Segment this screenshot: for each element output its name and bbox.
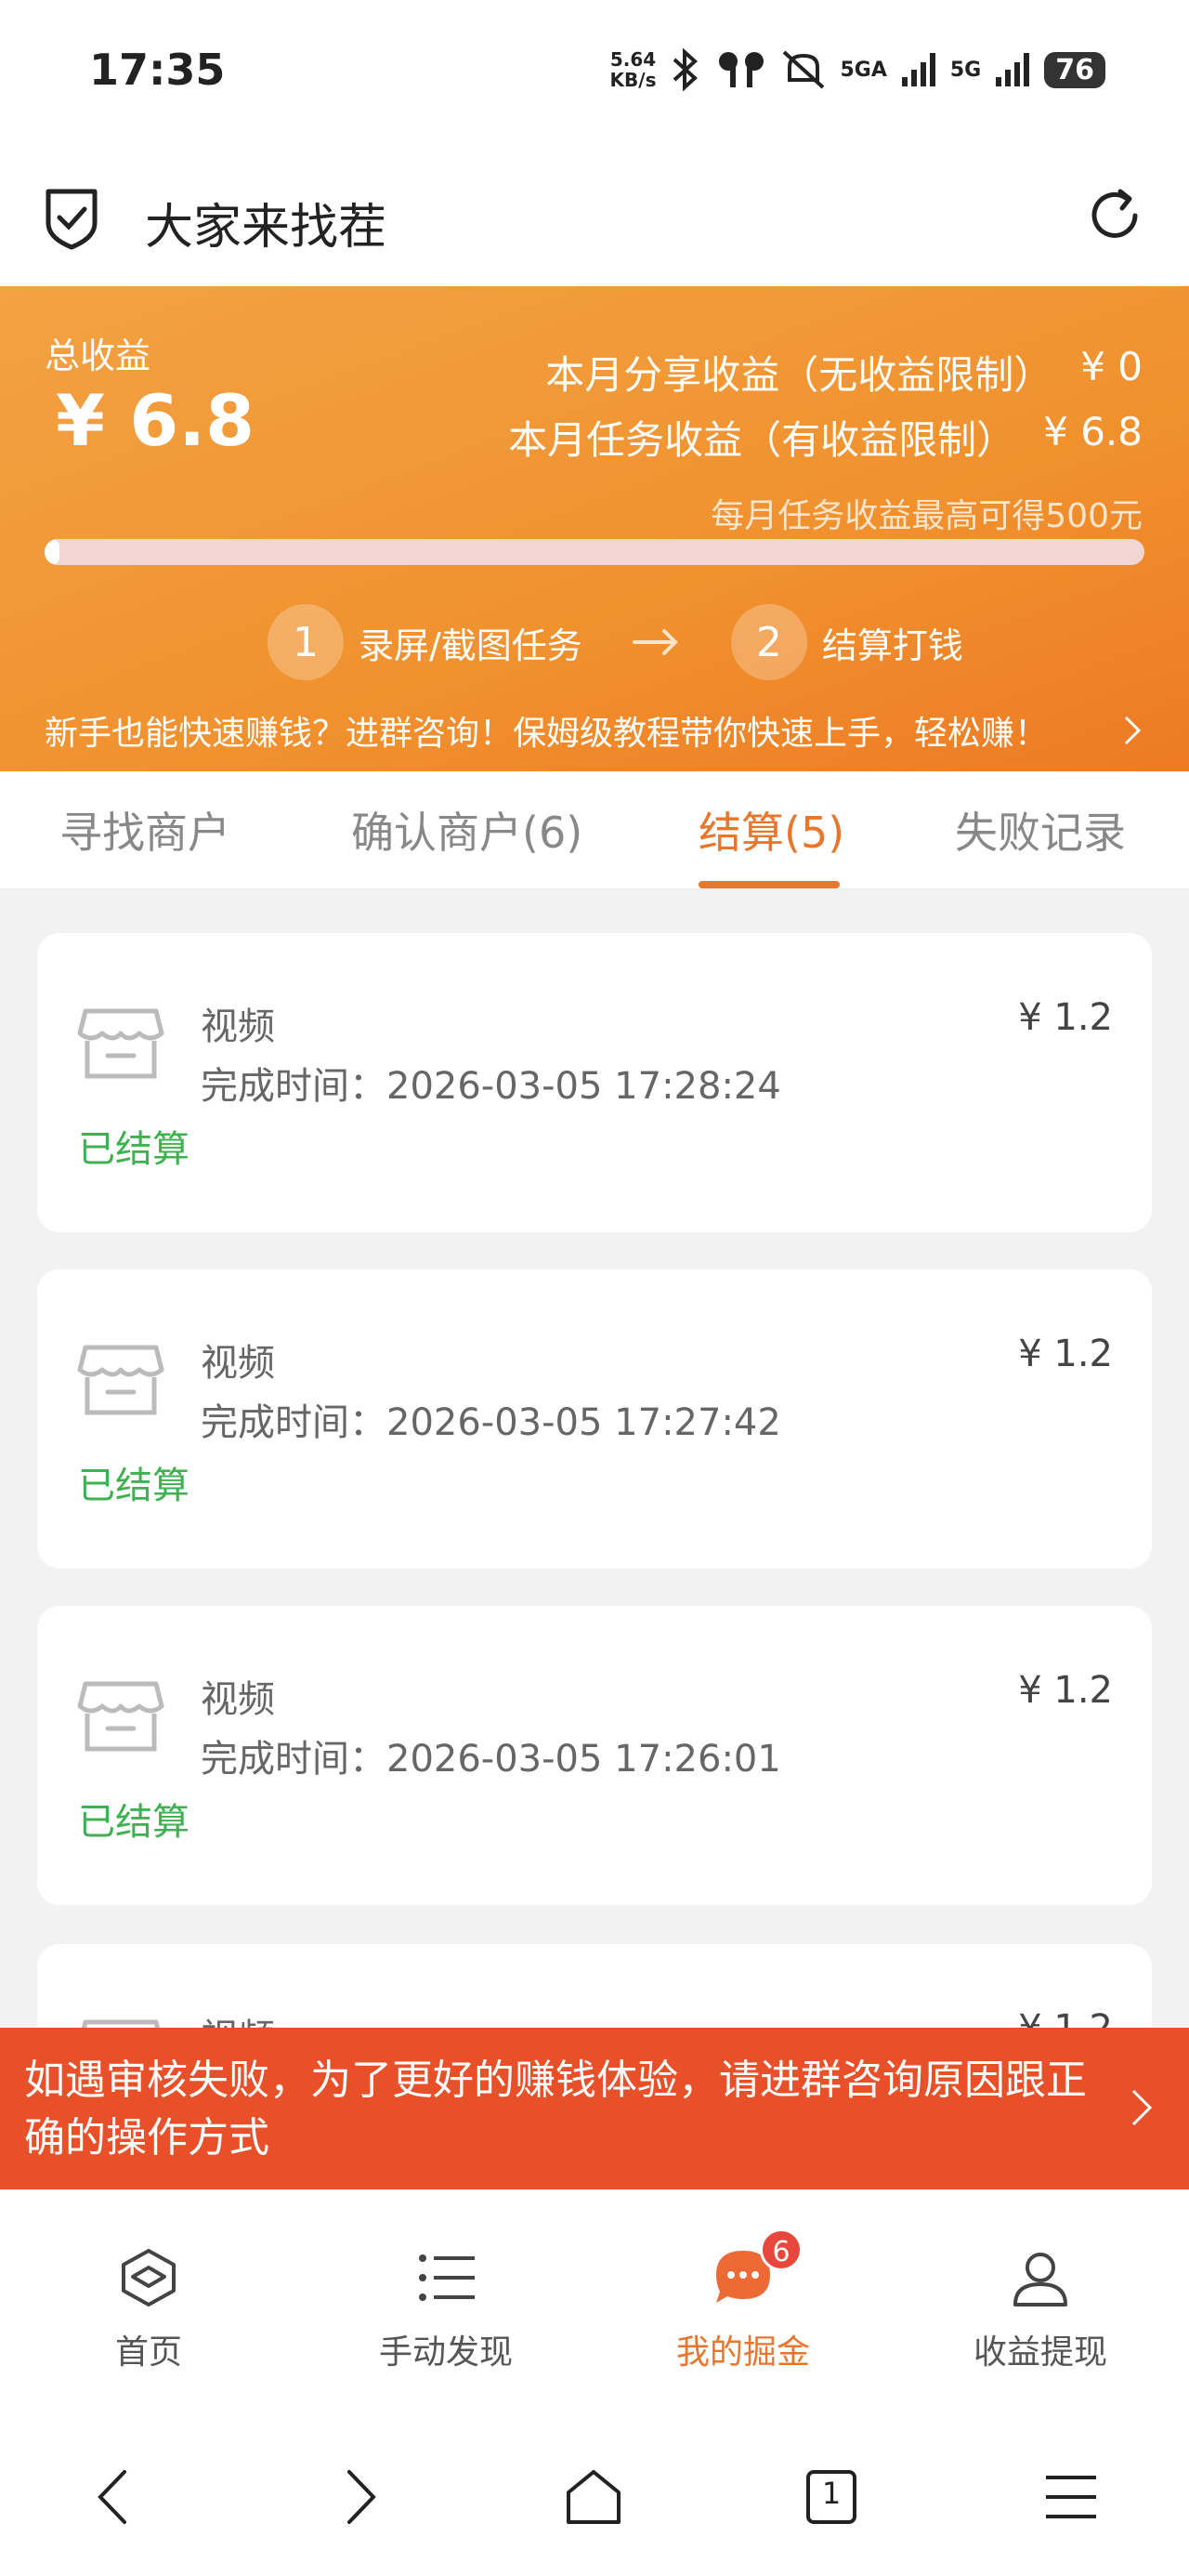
battery-icon: 76 <box>1044 51 1105 88</box>
record-time: 完成时间：2026-03-05 17:28:24 <box>201 1065 781 1108</box>
tab-failure-records[interactable]: 失败记录 <box>955 799 1126 861</box>
share-earnings-row: 本月分享收益（无收益限制） ¥ 0 <box>545 344 1143 401</box>
list-icon <box>419 2254 475 2301</box>
step-2-number: 2 <box>730 604 807 680</box>
page-title: 大家来找茬 <box>145 200 387 256</box>
record-status: 已结算 <box>78 1128 189 1171</box>
chevron-right-icon <box>1131 2089 1153 2126</box>
steps-row: 1 录屏/截图任务 2 结算打钱 <box>268 604 963 680</box>
step-2-label: 结算打钱 <box>821 624 963 666</box>
record-title: 视频 <box>201 1342 275 1385</box>
share-earnings-label: 本月分享收益（无收益限制） <box>545 352 1053 398</box>
network-type-1: 5GA <box>840 58 887 82</box>
earnings-progress-bar <box>45 539 1144 565</box>
earbuds-icon <box>719 52 764 87</box>
back-icon[interactable] <box>84 2464 149 2530</box>
share-earnings-value: ¥ 0 <box>1080 344 1143 389</box>
record-time: 完成时间：2026-03-05 17:26:01 <box>201 1738 781 1781</box>
notification-badge: 6 <box>760 2228 803 2271</box>
status-icons: 5.64 KB/s 5GA 5G 76 <box>610 48 1105 91</box>
limit-note: 每月任务收益最高可得500元 <box>711 497 1143 535</box>
user-icon <box>1013 2253 1067 2307</box>
nav-withdraw[interactable]: 收益提现 <box>947 2245 1133 2373</box>
chevron-right-icon <box>1124 716 1142 745</box>
task-earnings-value: ¥ 6.8 <box>1043 409 1143 454</box>
store-icon <box>77 1681 164 1752</box>
record-amount: ¥ 1.2 <box>1018 996 1113 1039</box>
notice-text: 如遇审核失败，为了更好的赚钱体验，请进群咨询原因跟正确的操作方式 <box>24 2057 1087 2162</box>
step-1-number: 1 <box>268 604 344 680</box>
promo-text: 新手也能快速赚钱？进群咨询！保姆级教程带你快速上手，轻松赚！ <box>45 715 1049 753</box>
record-status: 已结算 <box>78 1801 189 1844</box>
status-bar: 17:35 5.64 KB/s 5GA 5G 76 <box>0 0 1189 149</box>
menu-icon[interactable] <box>1039 2464 1104 2530</box>
record-time: 完成时间：2026-03-05 17:27:42 <box>201 1401 781 1444</box>
tab-find-merchants[interactable]: 寻找商户 <box>59 799 230 861</box>
tab-indicator <box>699 881 840 888</box>
app-header: 大家来找茬 <box>0 149 1189 286</box>
store-icon <box>77 1008 164 1079</box>
refresh-icon[interactable] <box>1085 186 1144 245</box>
nav-manual-discover[interactable]: 手动发现 <box>353 2245 539 2373</box>
bottom-nav: 首页 手动发现 6 我的掘金 收益提现 <box>0 2189 1189 2409</box>
nav-withdraw-label: 收益提现 <box>973 2333 1107 2372</box>
total-earnings-value: ¥ 6.8 <box>56 379 255 462</box>
nav-home[interactable]: 首页 <box>56 2245 242 2373</box>
tab-bar: 寻找商户 确认商户(6) 结算(5) 失败记录 <box>0 771 1189 890</box>
nav-my-mining[interactable]: 6 我的掘金 <box>650 2228 836 2373</box>
cube-icon <box>122 2249 176 2307</box>
network-speed: 5.64 KB/s <box>609 48 657 91</box>
earnings-panel: 总收益 ¥ 6.8 本月分享收益（无收益限制） ¥ 0 本月任务收益（有收益限制… <box>0 286 1189 771</box>
tab-confirm-merchants[interactable]: 确认商户(6) <box>351 799 582 861</box>
tab-settlement[interactable]: 结算(5) <box>699 799 844 861</box>
signal-icon <box>901 53 935 86</box>
nav-manual-discover-label: 手动发现 <box>378 2333 513 2372</box>
task-earnings-row: 本月任务收益（有收益限制） ¥ 6.8 <box>508 409 1143 466</box>
arrow-right-icon <box>632 629 678 655</box>
record-status: 已结算 <box>78 1465 189 1507</box>
earnings-progress-fill <box>45 539 60 565</box>
shield-check-icon[interactable] <box>41 184 102 251</box>
system-nav-bar: 1 <box>0 2409 1189 2576</box>
record-card[interactable]: 视频 完成时间：2026-03-05 17:27:42 ¥ 1.2 已结算 <box>37 1269 1152 1569</box>
nav-my-mining-label: 我的掘金 <box>675 2333 810 2372</box>
forward-icon[interactable] <box>325 2464 390 2530</box>
tab-count: 1 <box>821 2476 842 2511</box>
record-amount: ¥ 1.2 <box>1018 1669 1113 1712</box>
network-type-2: 5G <box>949 58 982 82</box>
task-earnings-label: 本月任务收益（有收益限制） <box>508 417 1016 463</box>
record-title: 视频 <box>201 1678 275 1721</box>
home-icon[interactable] <box>561 2464 626 2530</box>
bluetooth-icon <box>673 48 699 91</box>
signal-icon-2 <box>996 53 1030 86</box>
promo-link[interactable]: 新手也能快速赚钱？进群咨询！保姆级教程带你快速上手，轻松赚！ <box>45 706 1144 755</box>
store-icon <box>77 1345 164 1415</box>
total-earnings-label: 总收益 <box>45 335 151 376</box>
step-1-label: 录屏/截图任务 <box>359 624 582 666</box>
record-title: 视频 <box>201 1005 275 1048</box>
silent-icon <box>783 50 825 89</box>
tabs-button[interactable]: 1 <box>799 2464 864 2530</box>
record-card[interactable]: 视频 完成时间：2026-03-05 17:26:01 ¥ 1.2 已结算 <box>37 1606 1152 1905</box>
record-amount: ¥ 1.2 <box>1018 1333 1113 1375</box>
nav-home-label: 首页 <box>114 2333 182 2372</box>
record-card[interactable]: 视频 完成时间：2026-03-05 17:28:24 ¥ 1.2 已结算 <box>37 933 1152 1232</box>
status-time: 17:35 <box>89 45 226 95</box>
notice-banner[interactable]: 如遇审核失败，为了更好的赚钱体验，请进群咨询原因跟正确的操作方式 <box>0 2028 1189 2189</box>
